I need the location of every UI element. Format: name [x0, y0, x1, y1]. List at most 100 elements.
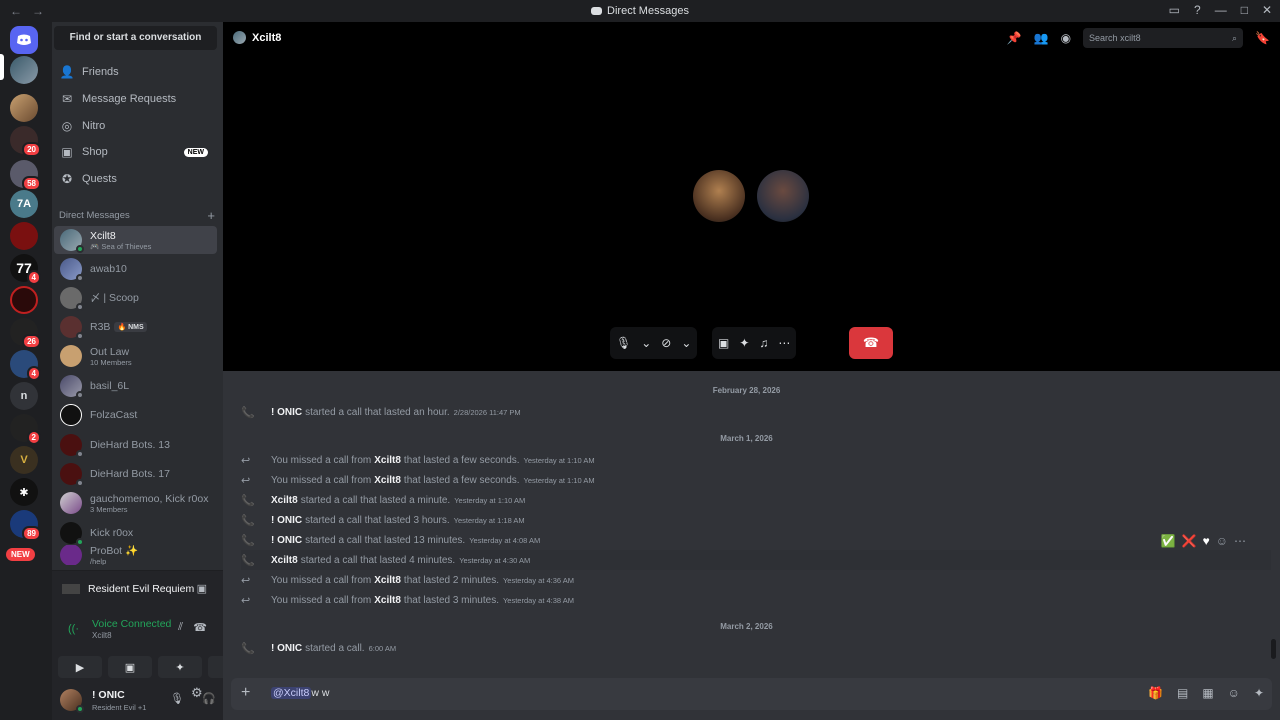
user-avatar[interactable] [60, 689, 84, 713]
voice-status[interactable]: Voice Connected [92, 618, 171, 630]
gif-icon[interactable]: ▤ [1177, 686, 1188, 700]
server-icon[interactable] [10, 56, 38, 84]
scrollbar-thumb[interactable] [1271, 639, 1276, 659]
caller-name[interactable]: ! ONIC [271, 535, 302, 546]
mic-icon[interactable]: 🎙 [170, 692, 184, 705]
sidebar-item-shop[interactable]: ▣ Shop NEW [54, 140, 217, 164]
call-log-row[interactable]: 📞 ! ONIC started a call. 6:00 AM [241, 638, 1271, 658]
home-button[interactable] [10, 26, 38, 54]
dm-item[interactable]: DieHard Bots. 17 [54, 460, 217, 488]
gift-icon[interactable]: 🎁 [1148, 686, 1163, 700]
dm-item[interactable]: awab10 [54, 255, 217, 283]
call-log-row[interactable]: 📞 ! ONIC started a call that lasted 13 mi… [241, 530, 1271, 550]
dm-item[interactable]: Xcilt8 🎮 Sea of Thieves [54, 226, 217, 254]
soundboard-icon[interactable]: ♫ [759, 336, 768, 350]
dm-item[interactable]: Kick r0ox [54, 519, 217, 547]
maximize-icon[interactable]: □ [1241, 3, 1248, 17]
help-icon[interactable]: ? [1194, 3, 1201, 17]
server-icon[interactable]: ✱ [10, 478, 38, 506]
add-attachment-icon[interactable]: + [241, 684, 250, 702]
call-log-row[interactable]: ↩ You missed a call from Xcilt8 that laste… [241, 570, 1271, 590]
sidebar-item-friends[interactable]: 👤 Friends [54, 60, 217, 84]
dm-item[interactable]: Out Law 10 Members [54, 342, 217, 370]
dm-item[interactable]: gauchomemoo, Kick r0ox 3 Members [54, 489, 217, 517]
noise-suppression-icon[interactable]: ⫽ [178, 621, 183, 634]
call-log-row[interactable]: ↩ You missed a call from Xcilt8 that laste… [241, 450, 1271, 470]
close-icon[interactable]: ✕ [1262, 3, 1272, 17]
sidebar-item-quests[interactable]: ✪ Quests [54, 167, 217, 191]
caller-name[interactable]: ! ONIC [271, 515, 302, 526]
caller-name[interactable]: Xcilt8 [271, 555, 298, 566]
activities-icon[interactable]: ✦ [739, 336, 749, 350]
chevron-down-icon[interactable]: ⌄ [641, 336, 651, 350]
dm-item[interactable]: ProBot ✨/help [54, 545, 217, 565]
participant-avatar[interactable] [693, 170, 745, 222]
call-log-row[interactable]: 📞 ! ONIC started a call that lasted 3 hou… [241, 510, 1271, 530]
dm-item[interactable]: FolzaCast [54, 401, 217, 429]
caller-name[interactable]: Xcilt8 [374, 475, 401, 486]
emoji-icon[interactable]: ☺ [1228, 686, 1240, 700]
caller-name[interactable]: Xcilt8 [271, 495, 298, 506]
new-badge[interactable]: NEW [6, 548, 35, 561]
call-log-row[interactable]: 📞 Xcilt8 started a call that lasted 4 min… [241, 534, 1271, 570]
disconnect-icon[interactable]: ☎ [193, 621, 207, 634]
add-friends-icon[interactable]: 👥 [1034, 31, 1049, 45]
more-icon[interactable]: ⋯ [778, 336, 790, 350]
dm-item[interactable]: DieHard Bots. 13 [54, 431, 217, 459]
server-icon[interactable]: 26 [10, 318, 41, 349]
screenshare-icon[interactable]: ▣ [718, 336, 729, 350]
server-icon[interactable]: 4 [10, 350, 41, 381]
contact-name[interactable]: Xcilt8 [252, 32, 281, 44]
camera-off-icon[interactable]: ⊘ [661, 336, 671, 350]
profile-icon[interactable]: ◉ [1061, 31, 1071, 45]
call-log-row[interactable]: ↩ You missed a call from Xcilt8 that laste… [241, 590, 1271, 610]
server-icon[interactable] [10, 286, 38, 314]
dm-item[interactable]: basil_6L [54, 372, 217, 400]
headphones-icon[interactable]: 🎧 [202, 692, 216, 705]
user-name[interactable]: ! ONIC [92, 689, 125, 701]
pin-icon[interactable]: 📌 [1007, 31, 1022, 45]
caller-name[interactable]: Xcilt8 [374, 575, 401, 586]
find-conversation-button[interactable]: Find or start a conversation [54, 26, 217, 50]
dm-item[interactable]: R3B 🔥 NMS [54, 313, 217, 341]
caller-name[interactable]: Xcilt8 [374, 595, 401, 606]
server-icon[interactable]: 7A [10, 190, 38, 218]
sticker-icon[interactable]: ▦ [1202, 686, 1213, 700]
server-icon[interactable] [10, 222, 38, 250]
settings-gear-icon[interactable]: ⚙ [191, 685, 203, 701]
server-icon[interactable]: V [10, 446, 38, 474]
stream-icon[interactable]: ▣ [197, 582, 207, 595]
server-icon[interactable]: 20 [10, 126, 41, 157]
server-icon[interactable]: 2 [10, 414, 41, 445]
call-log-row[interactable]: 📞 Xcilt8 started a call that lasted a min… [241, 490, 1271, 510]
server-icon[interactable]: n [10, 382, 38, 410]
screenshare-button[interactable]: ▣ [108, 656, 152, 678]
sidebar-item-message-requests[interactable]: ✉ Message Requests [54, 87, 217, 111]
activities-button[interactable]: ✦ [158, 656, 202, 678]
server-icon[interactable] [10, 94, 38, 122]
microphone-icon[interactable]: 🎙 [616, 336, 631, 350]
x-reaction-icon[interactable]: ❌ [1182, 534, 1197, 548]
server-icon[interactable]: 77 4 [10, 254, 41, 285]
call-log-row[interactable]: 📞 ! ONIC started a call that lasted an ho… [241, 402, 1271, 422]
caller-name[interactable]: Xcilt8 [374, 455, 401, 466]
caller-name[interactable]: ! ONIC [271, 643, 302, 654]
minimize-icon[interactable]: — [1215, 3, 1227, 17]
voice-channel[interactable]: Xcilt8 [92, 631, 112, 640]
check-reaction-icon[interactable]: ✅ [1161, 534, 1176, 548]
chevron-down-icon[interactable]: ⌄ [681, 336, 691, 350]
message-input[interactable]: @Xcilt8 w w [271, 687, 329, 699]
add-reaction-icon[interactable]: ☺ [1216, 534, 1228, 548]
caller-name[interactable]: ! ONIC [271, 407, 302, 418]
inbox-icon[interactable]: 🔖 [1255, 31, 1270, 45]
camera-button[interactable]: ▶︎ [58, 656, 102, 678]
server-icon[interactable]: 89 [10, 510, 41, 541]
message-composer[interactable]: + @Xcilt8 w w 🎁 ▤ ▦ ☺ ✦ [231, 678, 1272, 710]
end-call-button[interactable]: ☎ [849, 327, 893, 359]
create-dm-icon[interactable]: + [207, 208, 215, 223]
screen-icon[interactable]: ▭ [1169, 3, 1180, 17]
heart-reaction-icon[interactable]: ♥ [1203, 534, 1210, 548]
participant-avatar[interactable] [757, 170, 809, 222]
search-input[interactable]: Search xcilt8 ⌕ [1083, 28, 1244, 48]
apps-icon[interactable]: ✦ [1254, 686, 1264, 700]
